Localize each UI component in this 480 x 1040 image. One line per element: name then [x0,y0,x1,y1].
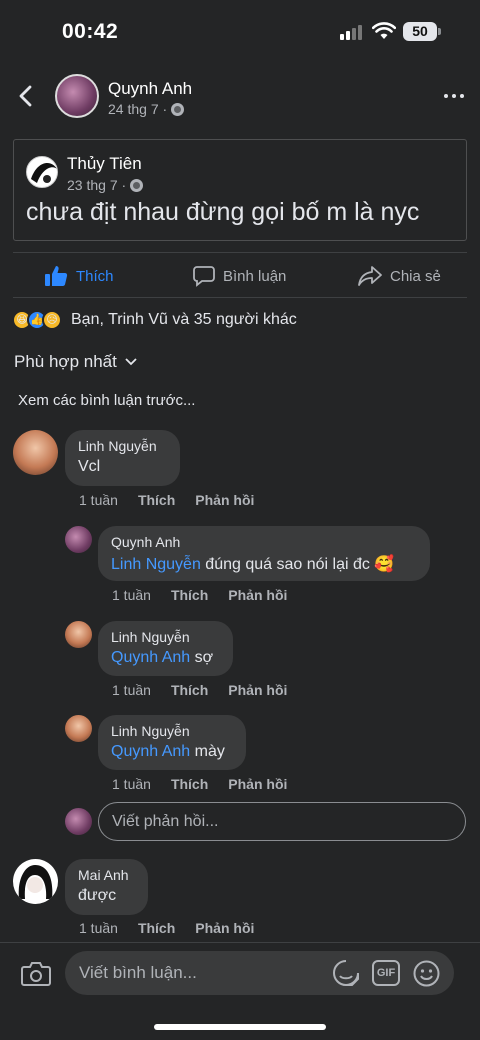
current-user-avatar [65,808,92,835]
comment-like-button[interactable]: Thích [138,492,175,508]
reply-reply-button[interactable]: Phản hồi [228,682,287,698]
reply-text: Quynh Anh sợ [111,649,214,666]
view-previous-comments[interactable]: Xem các bình luận trước... [18,392,195,409]
comment-actions: 1 tuần Thích Phản hồi [79,492,254,508]
reaction-icons[interactable]: 😆 👍 😥 [12,310,62,330]
reply-actions: 1 tuần Thích Phản hồi [112,776,287,792]
mention-link[interactable]: Quynh Anh [111,649,190,666]
mention-link[interactable]: Quynh Anh [111,743,190,760]
comment-time: 1 tuần [79,920,118,936]
reply-time: 1 tuần [112,776,151,792]
replier-name[interactable]: Quynh Anh [111,534,417,550]
shared-post-meta: 23 thg 7 · [67,177,144,193]
comment-like-button[interactable]: Thích [138,920,175,936]
reply-reply-button[interactable]: Phản hồi [228,587,287,603]
home-indicator [154,1024,326,1030]
battery-indicator: 50 [403,22,437,41]
shared-author-name[interactable]: Thủy Tiên [67,154,142,174]
replier-name[interactable]: Linh Nguyễn [111,629,220,645]
camera-icon[interactable] [21,961,51,987]
post-author-name[interactable]: Quynh Anh [108,79,192,99]
replier-avatar[interactable] [65,526,92,553]
speech-bubble-icon [193,266,215,287]
post-date: 24 thg 7 · [108,101,168,117]
comment-actions: 1 tuần Thích Phản hồi [79,920,254,936]
share-arrow-icon [358,266,382,286]
comment-text: được [78,887,117,904]
sad-reaction-icon: 😥 [42,310,62,330]
reply-time: 1 tuần [112,682,151,698]
reply-like-button[interactable]: Thích [171,587,208,603]
more-options-icon[interactable] [444,94,464,98]
comment-bubble: Mai Anh được [65,859,148,915]
like-label: Thích [76,267,114,285]
post-meta: 24 thg 7 · [108,101,185,117]
back-arrow-icon[interactable] [14,84,38,108]
shared-post-date: 23 thg 7 · [67,177,127,193]
globe-icon [130,178,144,192]
mention-link[interactable]: Linh Nguyễn [111,556,201,573]
reply-input[interactable]: Viết phản hồi... [98,802,466,841]
sort-label: Phù hợp nhất [14,352,117,371]
cellular-signal-icon [340,24,366,40]
reply-text: Quynh Anh mày [111,743,225,760]
reply-reply-button[interactable]: Phản hồi [228,776,287,792]
reply-actions: 1 tuần Thích Phản hồi [112,682,287,698]
sort-dropdown[interactable]: Phù hợp nhất [14,352,137,372]
divider [13,297,467,298]
reply-bubble: Linh Nguyễn Quynh Anh sợ [98,621,233,676]
commenter-avatar[interactable] [13,430,58,475]
chevron-down-icon [125,358,137,366]
sticker-icon[interactable] [332,959,360,987]
battery-tip [438,28,441,35]
comment-reply-button[interactable]: Phản hồi [195,920,254,936]
shared-post-text: chưa địt nhau đừng gọi bố m là nyc [26,198,420,226]
author-avatar[interactable] [55,74,99,118]
commenter-avatar[interactable] [13,859,58,904]
gif-icon[interactable]: GIF [372,960,400,986]
reply-like-button[interactable]: Thích [171,776,208,792]
commenter-name[interactable]: Mai Anh [78,867,135,883]
wifi-icon [372,22,396,39]
status-time: 00:42 [62,20,119,43]
reaction-summary[interactable]: Bạn, Trinh Vũ và 35 người khác [71,311,297,329]
comment-button[interactable]: Bình luận [193,263,286,289]
reply-text: Linh Nguyễn đúng quá sao nói lại đc 🥰 [111,556,395,573]
reply-time: 1 tuần [112,587,151,603]
reply-bubble: Quynh Anh Linh Nguyễn đúng quá sao nói l… [98,526,430,581]
replier-avatar[interactable] [65,621,92,648]
comment-label: Bình luận [223,267,287,285]
comment-text: Vcl [78,458,101,475]
share-button[interactable]: Chia sẻ [358,263,441,289]
replier-name[interactable]: Linh Nguyễn [111,723,233,739]
thumbs-up-icon [45,266,68,286]
divider [13,252,467,253]
comment-reply-button[interactable]: Phản hồi [195,492,254,508]
shared-author-avatar[interactable] [26,156,58,188]
commenter-name[interactable]: Linh Nguyễn [78,438,167,454]
reply-like-button[interactable]: Thích [171,682,208,698]
share-label: Chia sẻ [390,267,441,285]
like-button[interactable]: Thích [44,263,114,289]
reply-actions: 1 tuần Thích Phản hồi [112,587,287,603]
emoji-icon[interactable] [413,960,440,987]
comment-time: 1 tuần [79,492,118,508]
replier-avatar[interactable] [65,715,92,742]
comment-bubble: Linh Nguyễn Vcl [65,430,180,486]
reply-bubble: Linh Nguyễn Quynh Anh mày [98,715,246,770]
globe-icon [171,102,185,116]
